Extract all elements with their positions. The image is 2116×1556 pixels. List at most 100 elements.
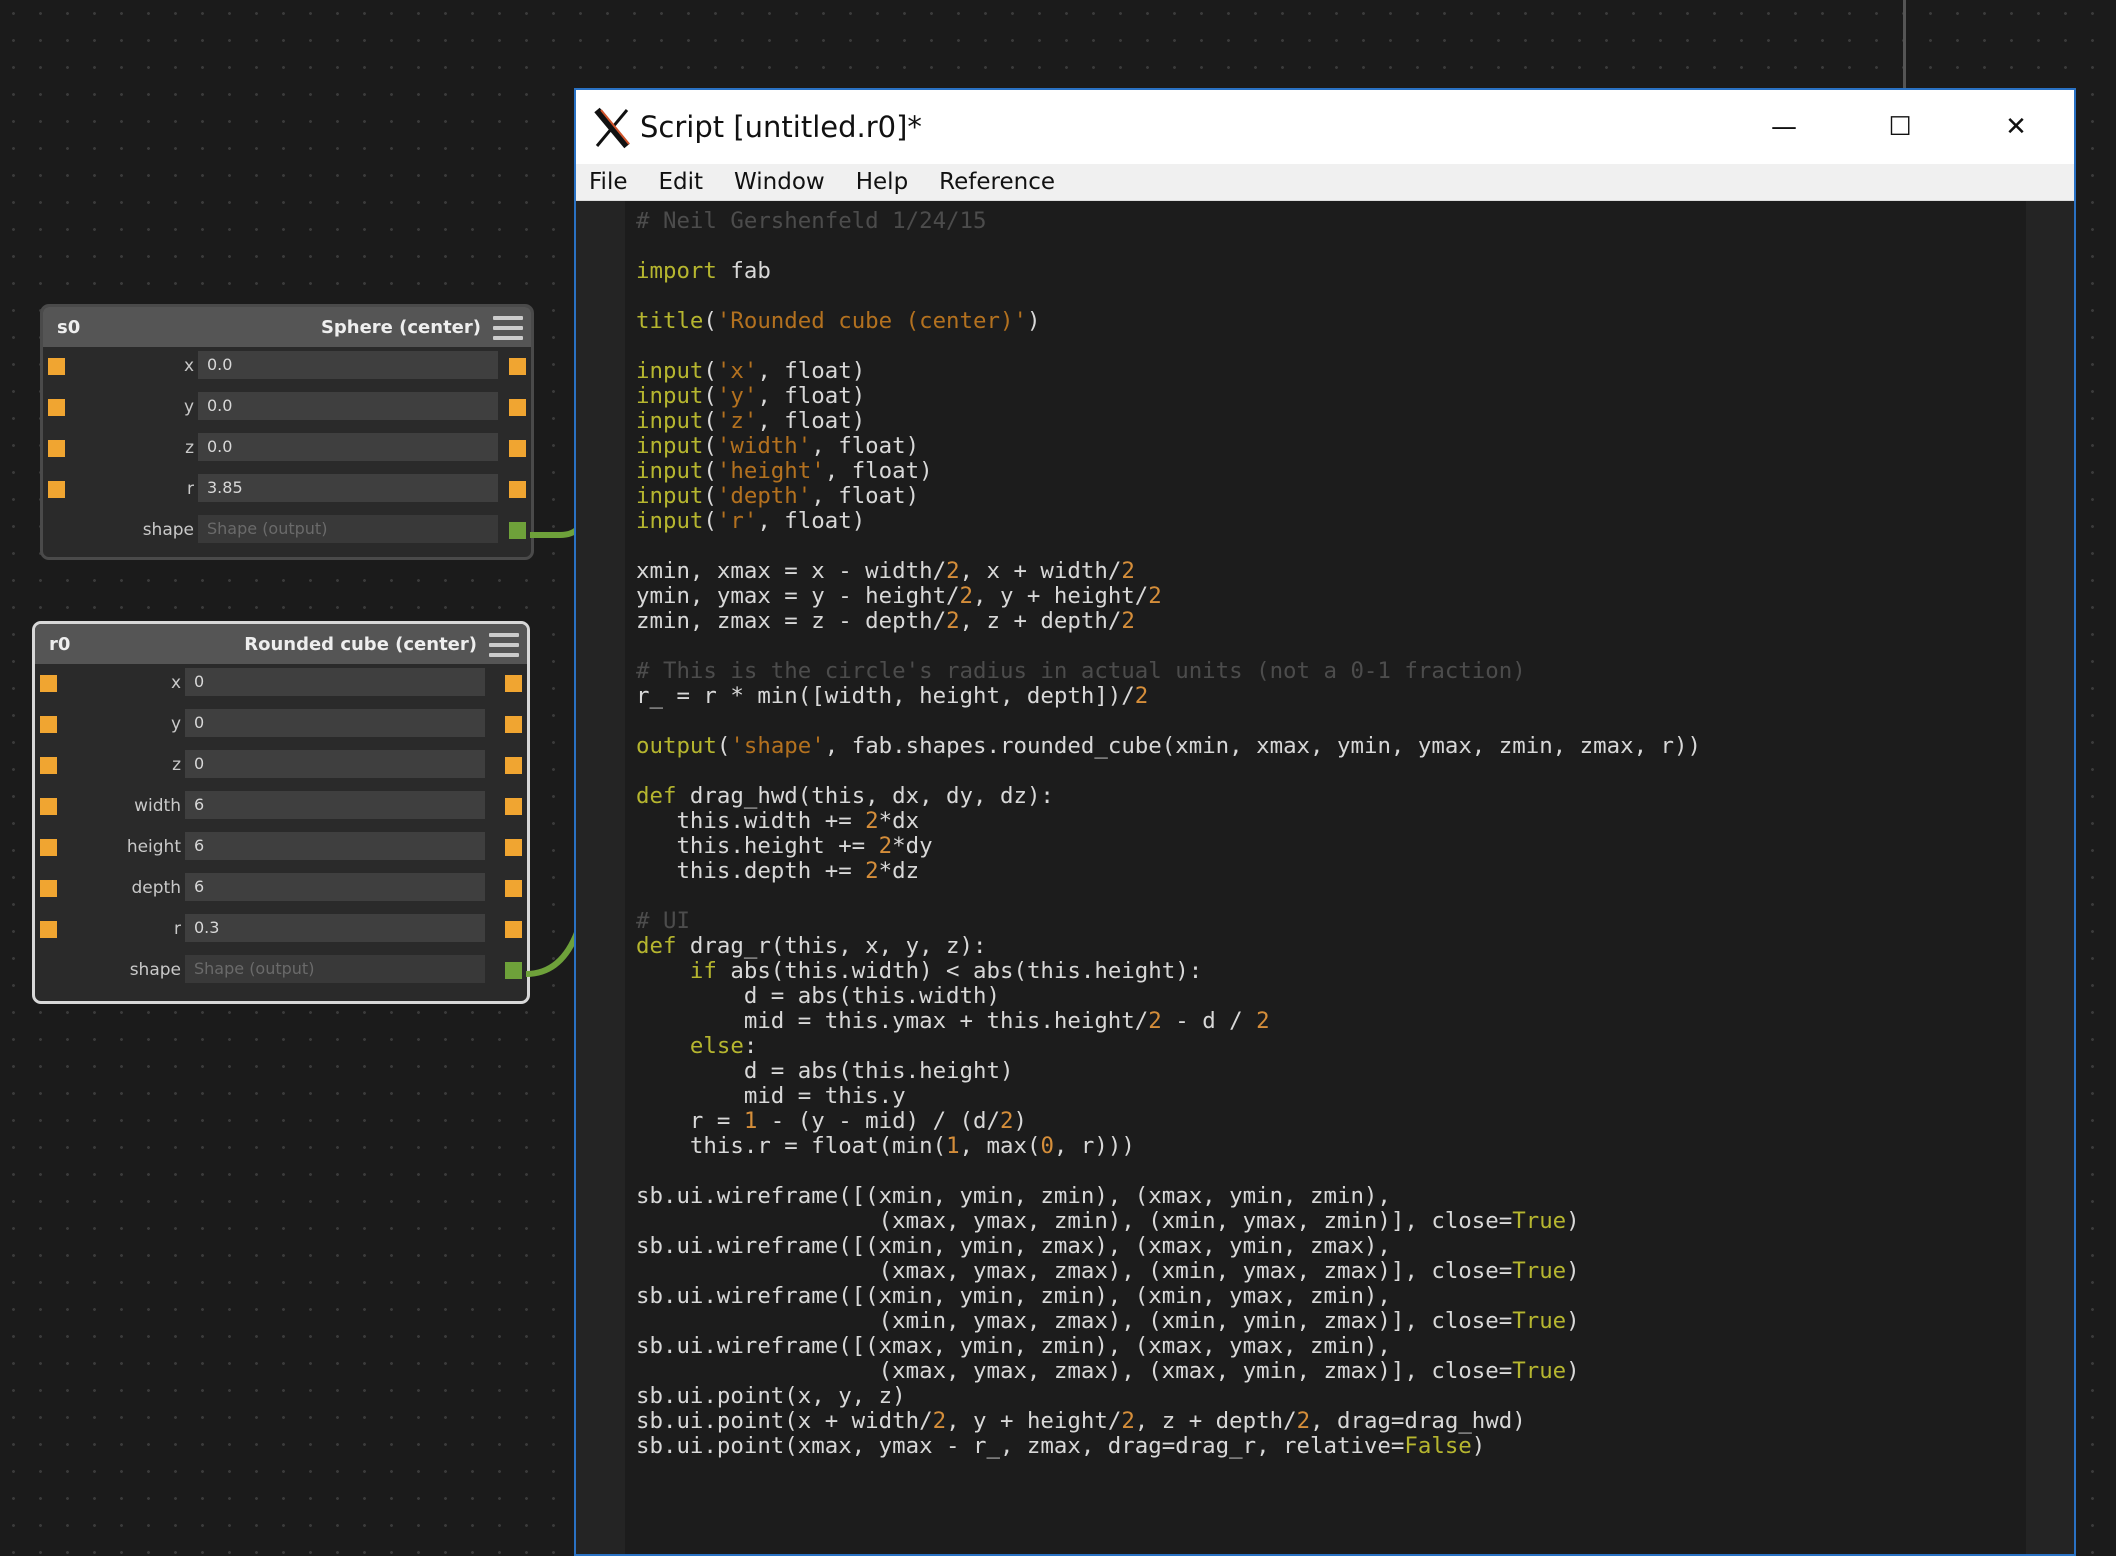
menu-reference[interactable]: Reference bbox=[939, 169, 1055, 195]
input-port[interactable] bbox=[40, 880, 57, 897]
input-value-field[interactable]: 0 bbox=[185, 709, 485, 737]
input-value-field[interactable]: 0.0 bbox=[198, 351, 498, 379]
editor-gutter bbox=[576, 201, 625, 1554]
code-token: input bbox=[636, 358, 704, 384]
code-token: , z + depth/ bbox=[959, 608, 1122, 634]
input-port[interactable] bbox=[48, 481, 65, 498]
node-header[interactable]: s0 Sphere (center) bbox=[43, 307, 531, 347]
input-port[interactable] bbox=[40, 921, 57, 938]
code-token: r_ = r * min([width, height, depth])/ bbox=[636, 683, 1135, 709]
minimize-button[interactable]: — bbox=[1726, 90, 1842, 164]
node-sphere-center[interactable]: s0 Sphere (center) x 0.0 y 0.0 z 0.0 r 3.85 shap… bbox=[40, 304, 534, 560]
script-window[interactable]: Script [untitled.r0]* — ☐ ✕ File Edit Wi… bbox=[574, 88, 2076, 1556]
node-title: Rounded cube (center) bbox=[244, 634, 477, 655]
code-token: ) bbox=[1471, 1433, 1486, 1459]
code-token: 2 bbox=[1148, 1008, 1162, 1034]
input-port[interactable] bbox=[40, 798, 57, 815]
code-token: ) bbox=[1566, 1208, 1580, 1234]
node-rounded-cube-center[interactable]: r0 Rounded cube (center) x 0 y 0 z 0 width 6 hei… bbox=[32, 621, 530, 1004]
code-token: drag_hwd(this, dx, dy, dz): bbox=[676, 783, 1054, 809]
shape-output-port[interactable] bbox=[505, 962, 522, 979]
hamburger-icon[interactable] bbox=[489, 633, 519, 657]
output-port[interactable] bbox=[509, 440, 526, 457]
code-token: title bbox=[636, 308, 704, 334]
input-port[interactable] bbox=[40, 839, 57, 856]
input-port[interactable] bbox=[48, 399, 65, 416]
code-token: 2 bbox=[1296, 1408, 1311, 1434]
input-value-field[interactable]: 6 bbox=[185, 832, 485, 860]
code-token: d = abs(this.width) bbox=[636, 983, 1000, 1009]
input-value-field[interactable]: 0 bbox=[185, 750, 485, 778]
output-port[interactable] bbox=[505, 921, 522, 938]
input-value-field[interactable]: 6 bbox=[185, 791, 485, 819]
input-label: x bbox=[170, 673, 181, 693]
shape-output-port[interactable] bbox=[509, 522, 526, 539]
code-token: ) bbox=[1566, 1358, 1580, 1384]
menu-file[interactable]: File bbox=[589, 169, 628, 195]
code-token: mid = this.y bbox=[636, 1083, 906, 1109]
node-input-row: z 0.0 bbox=[43, 433, 531, 463]
input-port[interactable] bbox=[48, 358, 65, 375]
output-port[interactable] bbox=[505, 675, 522, 692]
code-token: 'x' bbox=[716, 358, 758, 384]
editor-scrollbar[interactable] bbox=[2026, 201, 2074, 1554]
hamburger-icon[interactable] bbox=[493, 316, 523, 340]
node-name: r0 bbox=[49, 634, 71, 655]
output-port[interactable] bbox=[505, 716, 522, 733]
code-token: this.height += bbox=[636, 833, 879, 859]
input-value-field[interactable]: 0.0 bbox=[198, 392, 498, 420]
close-button[interactable]: ✕ bbox=[1958, 90, 2074, 164]
output-port[interactable] bbox=[509, 358, 526, 375]
code-token: *dy bbox=[892, 833, 933, 859]
code-token: xmin, xmax = x - width/ bbox=[636, 558, 947, 584]
input-port[interactable] bbox=[48, 440, 65, 457]
menu-window[interactable]: Window bbox=[734, 169, 825, 195]
fab-x-icon bbox=[594, 107, 630, 149]
code-token: 'z' bbox=[716, 408, 758, 434]
code-token: 2 bbox=[959, 583, 974, 609]
menu-help[interactable]: Help bbox=[856, 169, 908, 195]
output-port[interactable] bbox=[509, 481, 526, 498]
code-token: sb.ui.wireframe([(xmin, ymin, zmax), (xm… bbox=[636, 1233, 1391, 1259]
code-token: 'r' bbox=[716, 508, 758, 534]
code-token: abs(this.width) < abs(this.height): bbox=[716, 958, 1203, 984]
output-port[interactable] bbox=[505, 880, 522, 897]
input-value-field[interactable]: 0.0 bbox=[198, 433, 498, 461]
menu-edit[interactable]: Edit bbox=[659, 169, 704, 195]
output-port[interactable] bbox=[505, 757, 522, 774]
code-editor[interactable]: # Neil Gershenfeld 1/24/15 import fab ti… bbox=[576, 201, 2074, 1554]
code-token: , z + depth/ bbox=[1134, 1408, 1297, 1434]
code-token: zmin, zmax = z - depth/ bbox=[636, 608, 947, 634]
input-port[interactable] bbox=[40, 757, 57, 774]
output-port[interactable] bbox=[509, 399, 526, 416]
code-token: output bbox=[636, 733, 717, 759]
output-port[interactable] bbox=[505, 798, 522, 815]
output-port[interactable] bbox=[505, 839, 522, 856]
code-token: , y + height/ bbox=[946, 1408, 1122, 1434]
code-text[interactable]: # Neil Gershenfeld 1/24/15 import fab ti… bbox=[636, 209, 1701, 1459]
window-titlebar[interactable]: Script [untitled.r0]* — ☐ ✕ bbox=[576, 90, 2074, 164]
input-value-field[interactable]: 0.3 bbox=[185, 914, 485, 942]
code-token: 2 bbox=[1121, 608, 1135, 634]
maximize-button[interactable]: ☐ bbox=[1842, 90, 1958, 164]
input-value-field[interactable]: 0 bbox=[185, 668, 485, 696]
input-value-field[interactable]: 6 bbox=[185, 873, 485, 901]
code-token: ( bbox=[703, 458, 717, 484]
input-value-field[interactable]: 3.85 bbox=[198, 474, 498, 502]
code-token: (xmin, ymax, zmax), (xmin, ymin, zmax)],… bbox=[636, 1308, 1513, 1334]
input-port[interactable] bbox=[40, 716, 57, 733]
code-token: this.depth += bbox=[636, 858, 866, 884]
input-port[interactable] bbox=[40, 675, 57, 692]
node-header[interactable]: r0 Rounded cube (center) bbox=[35, 624, 527, 664]
code-token: 'height' bbox=[716, 458, 825, 484]
code-token: 'shape' bbox=[730, 733, 825, 759]
input-label: depth bbox=[131, 878, 181, 898]
input-label: r bbox=[187, 479, 194, 499]
code-token: input bbox=[636, 483, 704, 509]
code-token: ) bbox=[1566, 1308, 1580, 1334]
connection-wire[interactable] bbox=[530, 520, 580, 550]
connection-wire[interactable] bbox=[526, 930, 578, 980]
code-token: - d / bbox=[1161, 1008, 1257, 1034]
input-label: x bbox=[183, 356, 194, 376]
code-token: ( bbox=[716, 733, 731, 759]
